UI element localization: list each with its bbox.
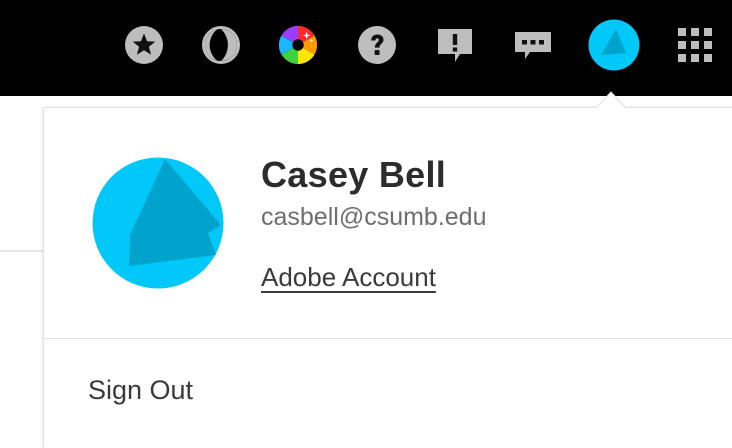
- alert-feedback-icon[interactable]: [434, 24, 476, 66]
- profile-email: casbell@csumb.edu: [261, 203, 487, 231]
- page-background-divider: [0, 250, 44, 252]
- dark-mode-moon-icon[interactable]: [200, 24, 242, 66]
- menu-divider: [44, 338, 732, 339]
- help-icon[interactable]: [356, 24, 398, 66]
- user-avatar-icon[interactable]: [588, 19, 640, 71]
- profile-popover: Casey Bell casbell@csumb.edu Adobe Accou…: [43, 107, 732, 448]
- apps-grid-icon[interactable]: [674, 24, 716, 66]
- popover-caret: [596, 91, 626, 108]
- sign-out-button[interactable]: Sign Out: [88, 375, 193, 406]
- favorites-star-icon[interactable]: [123, 24, 165, 66]
- profile-avatar: [92, 157, 224, 289]
- chat-messages-icon[interactable]: [512, 24, 554, 66]
- top-navigation-bar: [0, 0, 732, 96]
- color-wheel-icon[interactable]: [277, 24, 319, 66]
- adobe-account-link[interactable]: Adobe Account: [261, 262, 436, 293]
- profile-name: Casey Bell: [261, 154, 447, 195]
